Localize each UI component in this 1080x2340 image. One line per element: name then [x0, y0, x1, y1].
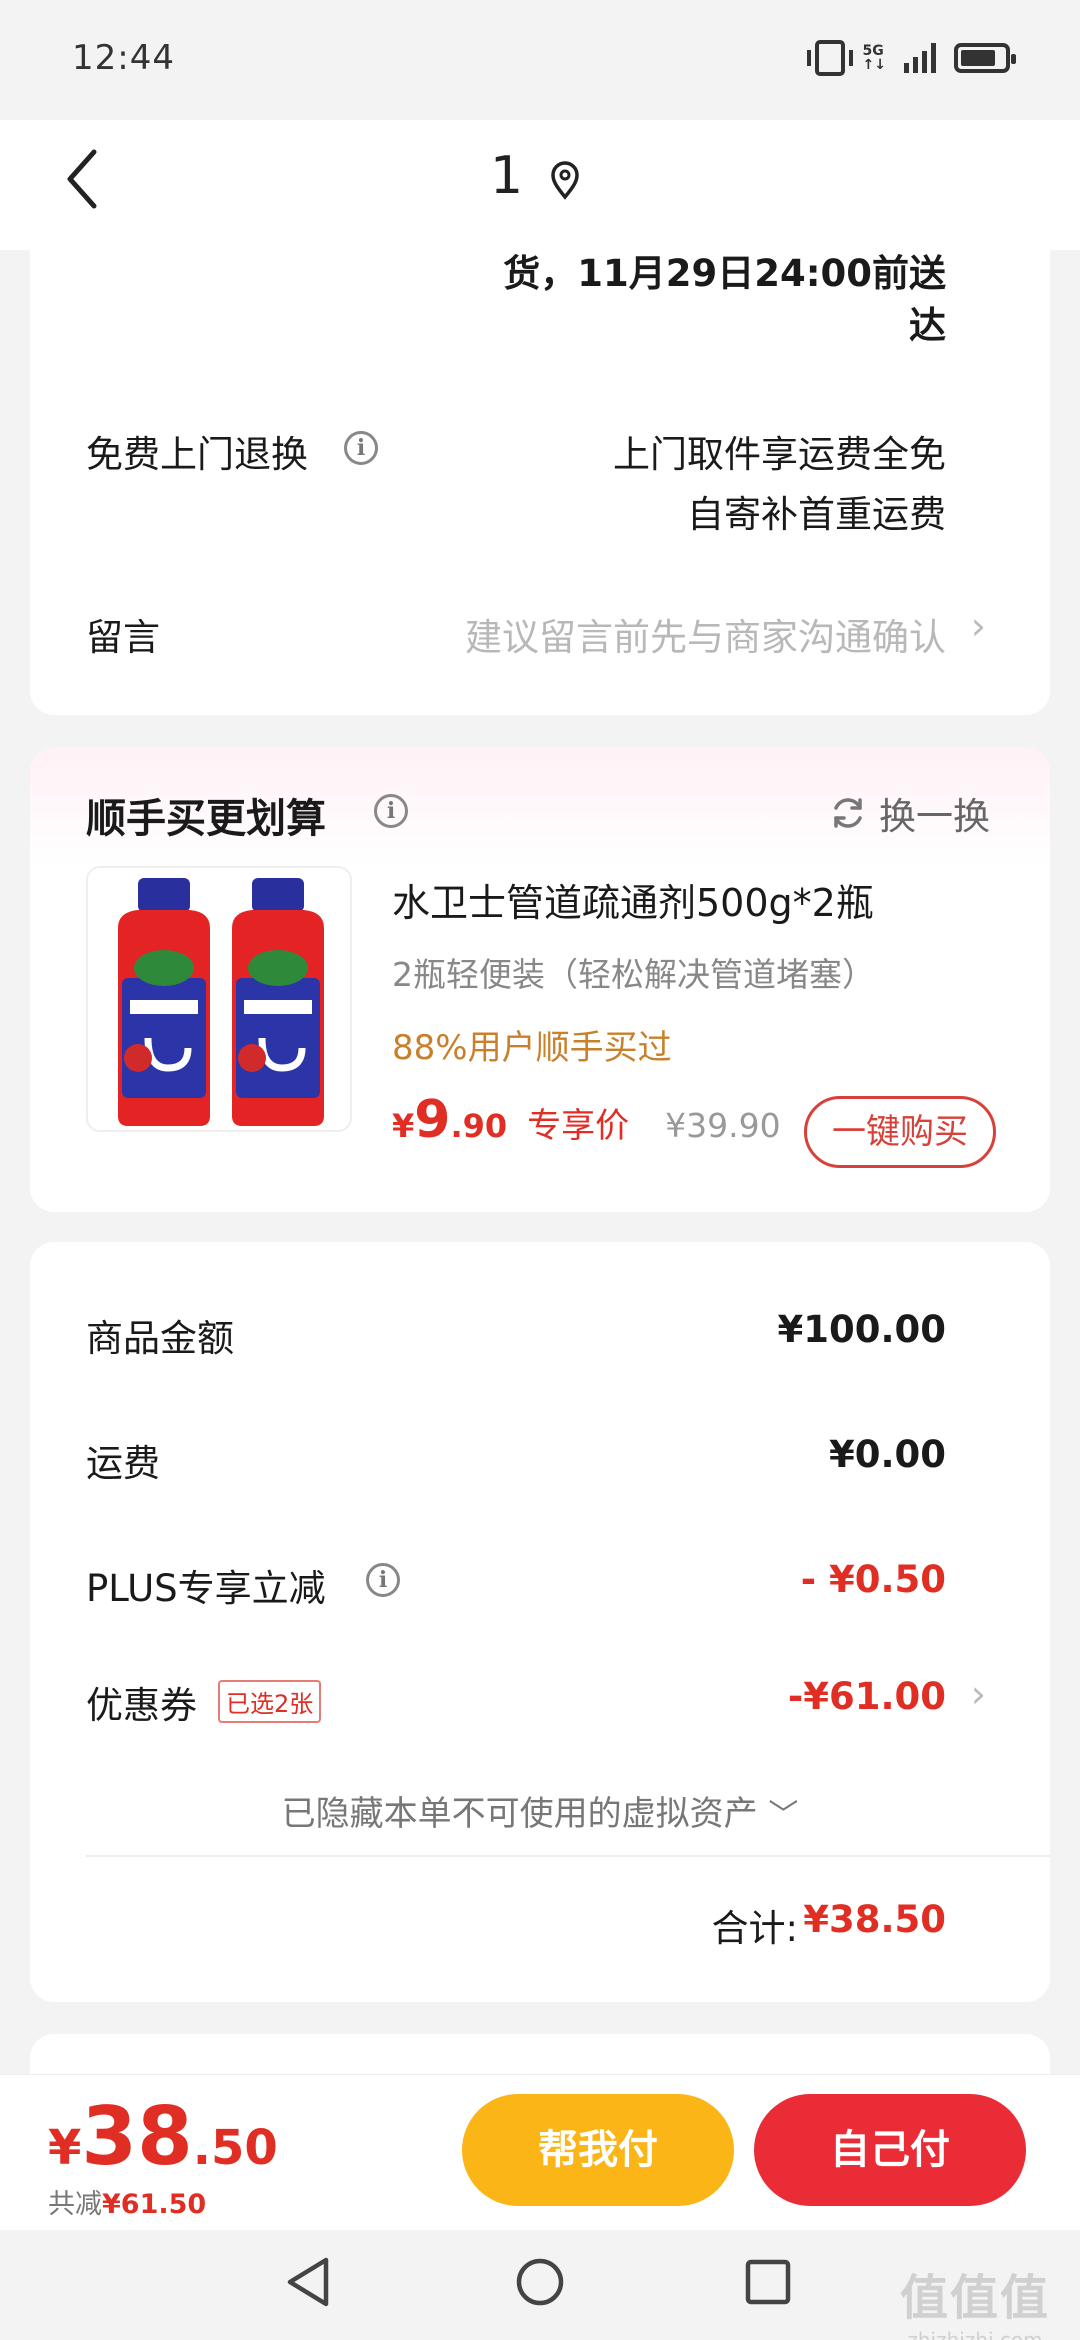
total-value: ¥38.50 — [803, 1898, 946, 1941]
total-saved: 共减¥61.50 — [48, 2182, 206, 2221]
watermark-logo: 值值值 — [899, 2270, 1050, 2326]
product-name[interactable]: 水卫士管道疏通剂500g*2瓶 — [392, 872, 874, 927]
plus-discount-label: PLUS专享立减 — [86, 1567, 326, 1610]
watermark: 值值值 zhizhizhi.com — [900, 2258, 1050, 2340]
return-service-line1: 上门取件享运费全免 — [613, 433, 946, 476]
message-label: 留言 — [86, 616, 160, 659]
pay-decimal: .50 — [192, 2120, 278, 2176]
hidden-assets-label: 已隐藏本单不可使用的虚拟资产 — [281, 1794, 758, 1834]
status-time: 12:44 — [72, 38, 175, 78]
chevron-right-icon[interactable]: › — [971, 604, 986, 648]
return-service-line2: 自寄补首重运费 — [687, 493, 946, 536]
help-me-pay-button[interactable]: 帮我付 — [462, 2094, 734, 2206]
refresh-icon — [834, 798, 862, 828]
info-icon[interactable]: i — [366, 1563, 400, 1597]
users-bought-text: 88%用户顺手买过 — [392, 1028, 672, 1068]
price-currency: ¥ — [392, 1107, 415, 1145]
delivery-line2: 达 — [909, 304, 946, 347]
total-label: 合计: — [711, 1907, 798, 1950]
shipping-label: 运费 — [86, 1442, 160, 1485]
saved-value: ¥61.50 — [102, 2189, 207, 2220]
pay-myself-button[interactable]: 自己付 — [754, 2094, 1026, 2206]
product-bottles-image — [88, 868, 350, 1130]
addon-title: 顺手买更划算 — [86, 796, 326, 842]
divider — [86, 1855, 1050, 1857]
swap-button[interactable]: 换一换 — [829, 786, 990, 840]
product-subtitle: 2瓶轻便装（轻松解决管道堵塞） — [392, 955, 875, 994]
info-icon[interactable]: i — [374, 794, 408, 828]
goods-amount-label: 商品金额 — [86, 1317, 234, 1360]
pay-currency: ¥ — [48, 2120, 82, 2176]
chevron-right-icon[interactable]: › — [971, 1672, 986, 1716]
coupon-label: 优惠券 — [86, 1684, 197, 1727]
product-price: ¥ 9 .90 专享价 ¥39.90 — [392, 1090, 781, 1150]
info-icon[interactable]: i — [344, 431, 378, 465]
chevron-down-icon: ﹀ — [768, 1798, 799, 1833]
page-title: 1 — [490, 146, 524, 206]
hidden-assets-toggle[interactable]: 已隐藏本单不可使用的虚拟资产 ﹀ — [0, 1786, 1080, 1835]
swap-label: 换一换 — [879, 795, 990, 838]
pay-integer: 38 — [81, 2090, 193, 2183]
return-service-label: 免费上门退换 — [86, 433, 308, 476]
shipping-value: ¥0.00 — [828, 1433, 946, 1476]
nav-back-triangle-icon[interactable] — [282, 2254, 334, 2310]
delivery-line1: 货，11月29日24:00前送 — [503, 252, 946, 295]
plus-discount-value: - ¥0.50 — [800, 1558, 946, 1601]
pay-amount: ¥ 38 .50 — [48, 2090, 278, 2183]
coupon-value[interactable]: -¥61.00 — [788, 1675, 946, 1718]
original-price: ¥39.90 — [665, 1106, 781, 1145]
message-input[interactable]: 建议留言前先与商家沟通确认 — [465, 607, 946, 661]
price-integer: 9 — [414, 1090, 451, 1150]
network-icon: 5G ↑↓ — [862, 43, 886, 73]
nav-home-circle-icon[interactable] — [514, 2256, 566, 2308]
goods-amount-value: ¥100.00 — [777, 1308, 946, 1351]
saved-label: 共减 — [48, 2189, 102, 2220]
location-pin-icon[interactable] — [548, 160, 582, 200]
status-icons: 5G ↑↓ — [806, 40, 1016, 76]
product-image[interactable] — [86, 866, 352, 1132]
price-decimal: .90 — [450, 1107, 508, 1145]
nav-recents-square-icon[interactable] — [744, 2258, 792, 2306]
delivery-time: 货，11月29日24:00前送 达 — [346, 248, 946, 352]
battery-icon — [954, 43, 1016, 73]
coupon-selected-badge: 已选2张 — [218, 1680, 322, 1723]
network-label: 5G — [862, 43, 884, 59]
watermark-url: zhizhizhi.com — [907, 2328, 1043, 2340]
vibrate-icon — [806, 40, 853, 76]
signal-icon — [904, 43, 936, 73]
one-click-buy-button[interactable]: 一键购买 — [804, 1096, 996, 1168]
back-arrow-icon[interactable] — [58, 146, 108, 212]
price-tag: 专享价 — [527, 1106, 630, 1146]
